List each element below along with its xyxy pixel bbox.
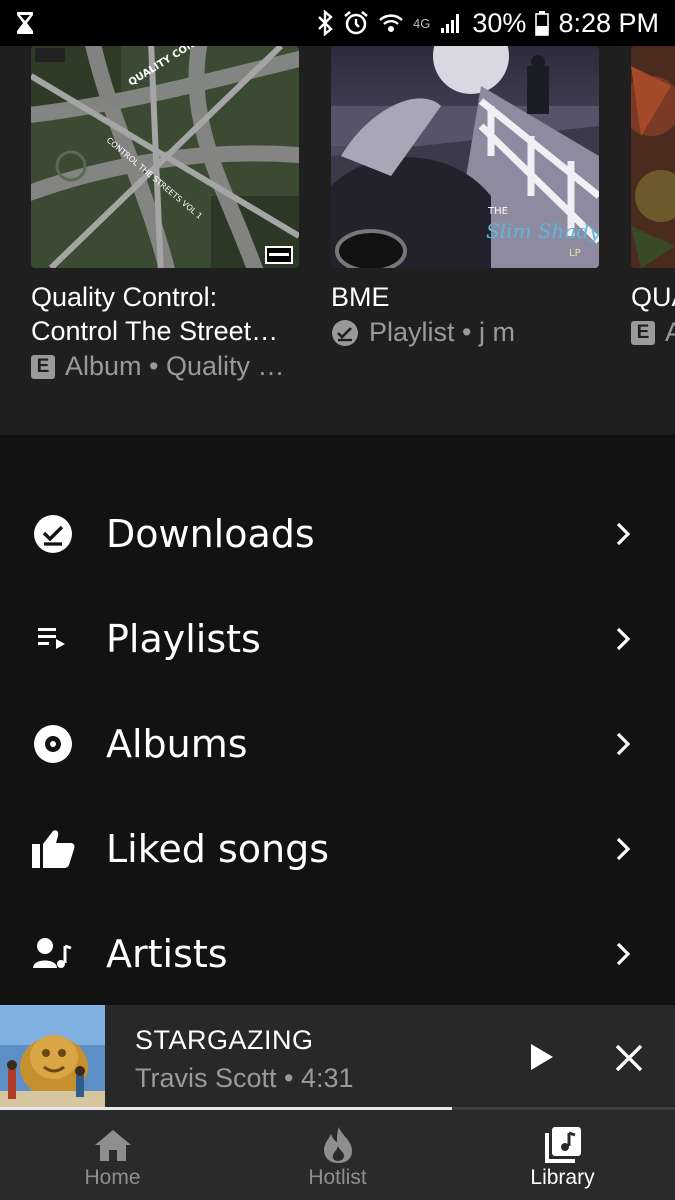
chevron-right-icon xyxy=(616,942,631,966)
art-text: LP xyxy=(569,248,581,259)
now-playing-subtitle: Travis Scott • 4:31 xyxy=(135,1063,354,1093)
art-text: Slim Shady xyxy=(486,219,599,243)
card-subtitle: Album • Quality … xyxy=(65,351,285,381)
flame-icon xyxy=(319,1126,357,1164)
card-subtitle: A xyxy=(665,317,675,347)
battery-percent: 30% xyxy=(472,7,527,38)
menu-item-label: Downloads xyxy=(106,512,315,556)
card-meta: E A xyxy=(631,317,675,348)
library-icon xyxy=(544,1126,582,1164)
nav-library[interactable]: Library xyxy=(450,1110,675,1200)
network-type: 4G xyxy=(413,15,431,31)
nav-label: Library xyxy=(530,1166,595,1189)
art-text: THE xyxy=(487,206,508,217)
chevron-right-icon xyxy=(616,627,631,651)
menu-item-playlists[interactable]: Playlists xyxy=(0,587,675,691)
home-icon xyxy=(94,1126,132,1164)
menu-item-label: Playlists xyxy=(106,617,261,661)
album-icon xyxy=(30,721,76,767)
card-subtitle: Playlist • j m xyxy=(369,317,515,347)
hourglass-icon xyxy=(17,12,33,34)
album-art: THE Slim Shady LP xyxy=(331,46,599,268)
artist-icon xyxy=(30,931,76,977)
card-meta: Playlist • j m xyxy=(331,317,599,348)
now-playing-art xyxy=(0,1005,105,1109)
chevron-right-icon xyxy=(616,732,631,756)
recent-shelf: QUALITY CONTROL CONTROL THE STREETS VOL … xyxy=(0,46,675,435)
alarm-icon xyxy=(344,10,368,35)
album-art xyxy=(631,46,675,268)
playlist-icon xyxy=(30,616,76,662)
battery-icon xyxy=(535,11,550,36)
album-art: QUALITY CONTROL CONTROL THE STREETS VOL … xyxy=(31,46,299,268)
menu-item-downloads[interactable]: Downloads xyxy=(0,482,675,586)
close-button[interactable] xyxy=(614,1043,644,1073)
shelf-card-bme[interactable]: THE Slim Shady LP BME Playlist • j m xyxy=(331,46,599,348)
status-bar: 4G 30% 8:28 PM xyxy=(0,0,675,46)
shelf-card-partial[interactable]: QUA E A xyxy=(631,46,675,348)
thumbs-up-icon xyxy=(30,826,76,872)
menu-item-liked-songs[interactable]: Liked songs xyxy=(0,797,675,901)
menu-item-label: Albums xyxy=(106,722,248,766)
card-title: QUA xyxy=(631,282,675,312)
play-button[interactable] xyxy=(525,1041,557,1073)
explicit-badge: E xyxy=(631,320,655,345)
mini-player[interactable]: STARGAZING Travis Scott • 4:31 xyxy=(0,1005,675,1109)
wifi-icon xyxy=(379,14,403,32)
explicit-badge: E xyxy=(31,354,55,379)
nav-label: Home xyxy=(84,1166,141,1189)
bottom-nav: Home Hotlist Library xyxy=(0,1110,675,1200)
download-check-icon xyxy=(30,511,76,557)
card-title: Quality Control: Control The Street… xyxy=(31,282,279,346)
bluetooth-icon xyxy=(318,10,333,36)
nav-label: Hotlist xyxy=(308,1166,367,1189)
chevron-right-icon xyxy=(616,837,631,861)
nav-home[interactable]: Home xyxy=(0,1110,225,1200)
nav-hotlist[interactable]: Hotlist xyxy=(225,1110,450,1200)
card-meta: E Album • Quality … xyxy=(31,351,299,382)
signal-icon xyxy=(441,14,460,33)
card-title: BME xyxy=(331,282,390,312)
menu-item-label: Artists xyxy=(106,932,228,976)
chevron-right-icon xyxy=(616,522,631,546)
now-playing-title: STARGAZING xyxy=(135,1025,314,1055)
menu-item-albums[interactable]: Albums xyxy=(0,692,675,796)
menu-item-artists[interactable]: Artists xyxy=(0,902,675,1006)
clock: 8:28 PM xyxy=(558,7,659,38)
shelf-card-quality-control[interactable]: QUALITY CONTROL CONTROL THE STREETS VOL … xyxy=(31,46,299,382)
menu-item-label: Liked songs xyxy=(106,827,330,871)
downloaded-icon xyxy=(332,319,358,346)
